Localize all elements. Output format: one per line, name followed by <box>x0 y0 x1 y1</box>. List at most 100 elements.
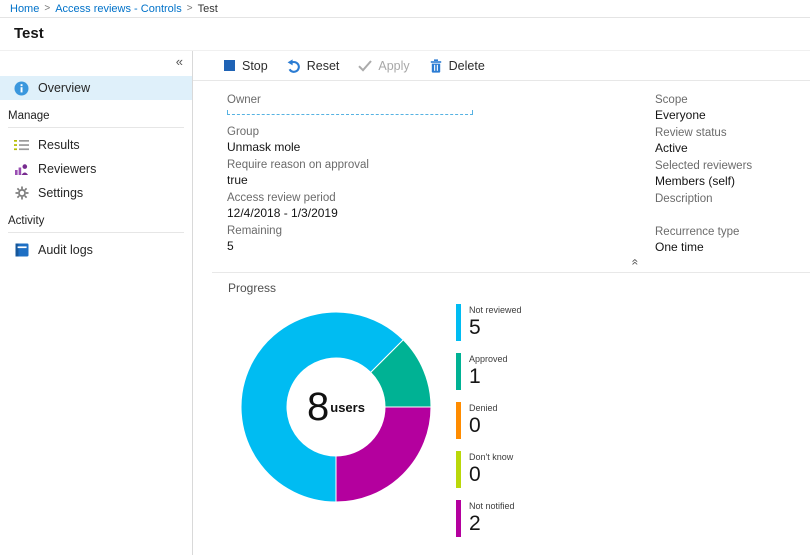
sidebar-item-label: Settings <box>38 186 84 200</box>
field-review-status: Review status Active <box>655 126 810 156</box>
legend-item-not-notified: Not notified 2 <box>456 500 522 537</box>
field-value: Active <box>655 141 688 155</box>
field-value: 12/4/2018 - 1/3/2019 <box>227 206 338 220</box>
reset-button-label: Reset <box>306 58 340 73</box>
reset-undo-icon <box>287 58 301 73</box>
divider <box>8 127 184 128</box>
field-label: Recurrence type <box>655 226 740 238</box>
essentials-collapse-row: « <box>193 258 810 272</box>
essentials-panel: Owner Group Unmask mole Require reason o… <box>193 81 810 258</box>
sidebar-item-results[interactable]: Results <box>0 133 192 157</box>
sidebar-item-overview[interactable]: Overview <box>0 76 192 100</box>
main-panel: Stop Reset Apply Delete Owner Group Unma… <box>193 51 810 555</box>
legend-value: 2 <box>469 512 481 535</box>
results-list-icon <box>14 138 29 153</box>
apply-check-icon <box>358 59 373 73</box>
field-require-reason: Require reason on approval true <box>227 158 655 188</box>
field-label: Description <box>655 193 713 205</box>
field-label: Access review period <box>227 192 336 204</box>
field-value: Unmask mole <box>227 140 301 154</box>
legend-value: 5 <box>469 316 481 339</box>
legend-value: 0 <box>469 463 481 486</box>
field-recurrence-type: Recurrence type One time <box>655 225 810 255</box>
legend-label: Not reviewed <box>469 305 522 315</box>
legend-label: Denied <box>469 403 498 413</box>
sidebar-item-reviewers[interactable]: Reviewers <box>0 157 192 181</box>
sidebar-section-manage: Manage <box>8 110 50 122</box>
audit-logs-icon <box>14 243 29 258</box>
stop-icon <box>222 59 236 73</box>
field-value: Members (self) <box>655 174 736 188</box>
essentials-right-column: Scope Everyone Review status Active Sele… <box>655 93 810 258</box>
donut-chart: 8 users <box>240 311 432 503</box>
legend-value: 1 <box>469 365 481 388</box>
page-title: Test <box>14 25 44 42</box>
legend-item-dont-know: Don't know 0 <box>456 451 522 488</box>
field-label: Owner <box>227 94 261 106</box>
azure-portal-page: Home > Access reviews - Controls > Test … <box>0 0 810 555</box>
delete-button-label: Delete <box>448 58 485 73</box>
field-label: Scope <box>655 94 688 106</box>
field-value: Everyone <box>655 108 706 122</box>
sidebar-item-label: Audit logs <box>38 243 93 257</box>
field-group: Group Unmask mole <box>227 125 655 155</box>
breadcrumb-home[interactable]: Home <box>10 3 39 15</box>
field-selected-reviewers: Selected reviewers Members (self) <box>655 159 810 189</box>
legend-color-bar <box>456 402 461 439</box>
sidebar-section-activity: Activity <box>8 215 45 227</box>
donut-chart-svg <box>240 311 432 503</box>
stop-button[interactable]: Stop <box>222 59 268 73</box>
stop-button-label: Stop <box>242 58 268 73</box>
collapse-essentials-icon[interactable]: « <box>628 259 642 266</box>
field-value: true <box>227 173 248 187</box>
field-label: Group <box>227 126 259 138</box>
sidebar-item-label: Reviewers <box>38 162 97 176</box>
reviewers-people-icon <box>14 162 29 177</box>
field-value <box>655 207 810 222</box>
donut-segment <box>335 406 432 503</box>
legend-item-approved: Approved 1 <box>456 353 522 390</box>
field-label: Selected reviewers <box>655 160 753 172</box>
owner-empty-field[interactable] <box>227 110 473 115</box>
legend-label: Approved <box>469 354 508 364</box>
essentials-left-column: Owner Group Unmask mole Require reason o… <box>227 93 655 258</box>
field-review-period: Access review period 12/4/2018 - 1/3/201… <box>227 191 655 221</box>
field-owner: Owner <box>227 93 655 115</box>
sidebar-item-audit-logs[interactable]: Audit logs <box>0 238 192 262</box>
field-label: Require reason on approval <box>227 159 369 171</box>
legend-item-not-reviewed: Not reviewed 5 <box>456 304 522 341</box>
field-scope: Scope Everyone <box>655 93 810 123</box>
delete-button[interactable]: Delete <box>429 59 485 73</box>
legend-color-bar <box>456 353 461 390</box>
field-value: One time <box>655 240 704 254</box>
breadcrumb-access-reviews[interactable]: Access reviews - Controls <box>55 3 182 15</box>
sidebar: « Overview Manage Results Reviewers Sett… <box>0 51 193 555</box>
sidebar-item-label: Overview <box>38 81 91 95</box>
divider <box>8 232 184 233</box>
sidebar-collapse-icon[interactable]: « <box>176 55 183 69</box>
breadcrumb-separator-icon: > <box>186 3 193 14</box>
legend-value: 0 <box>469 414 481 437</box>
sidebar-item-label: Results <box>38 138 80 152</box>
gear-icon <box>14 186 29 201</box>
command-bar: Stop Reset Apply Delete <box>193 51 810 81</box>
field-description: Description <box>655 192 810 222</box>
sidebar-item-settings[interactable]: Settings <box>0 181 192 205</box>
field-label: Review status <box>655 127 727 139</box>
info-icon <box>14 81 29 96</box>
delete-trash-icon <box>429 58 443 73</box>
field-remaining: Remaining 5 <box>227 224 655 254</box>
title-bar: Test <box>0 18 810 49</box>
progress-title: Progress <box>228 281 277 295</box>
field-value: 5 <box>227 239 234 253</box>
breadcrumb-current: Test <box>197 2 218 15</box>
legend-color-bar <box>456 451 461 488</box>
breadcrumb-separator-icon: > <box>44 3 51 14</box>
legend-label: Not notified <box>469 501 515 511</box>
reset-button[interactable]: Reset <box>287 58 340 73</box>
breadcrumb: Home > Access reviews - Controls > Test <box>0 0 810 18</box>
apply-button[interactable]: Apply <box>358 59 410 73</box>
legend-item-denied: Denied 0 <box>456 402 522 439</box>
field-label: Remaining <box>227 225 282 237</box>
chart-legend: Not reviewed 5 Approved 1 Denied 0 Don't… <box>456 304 522 549</box>
